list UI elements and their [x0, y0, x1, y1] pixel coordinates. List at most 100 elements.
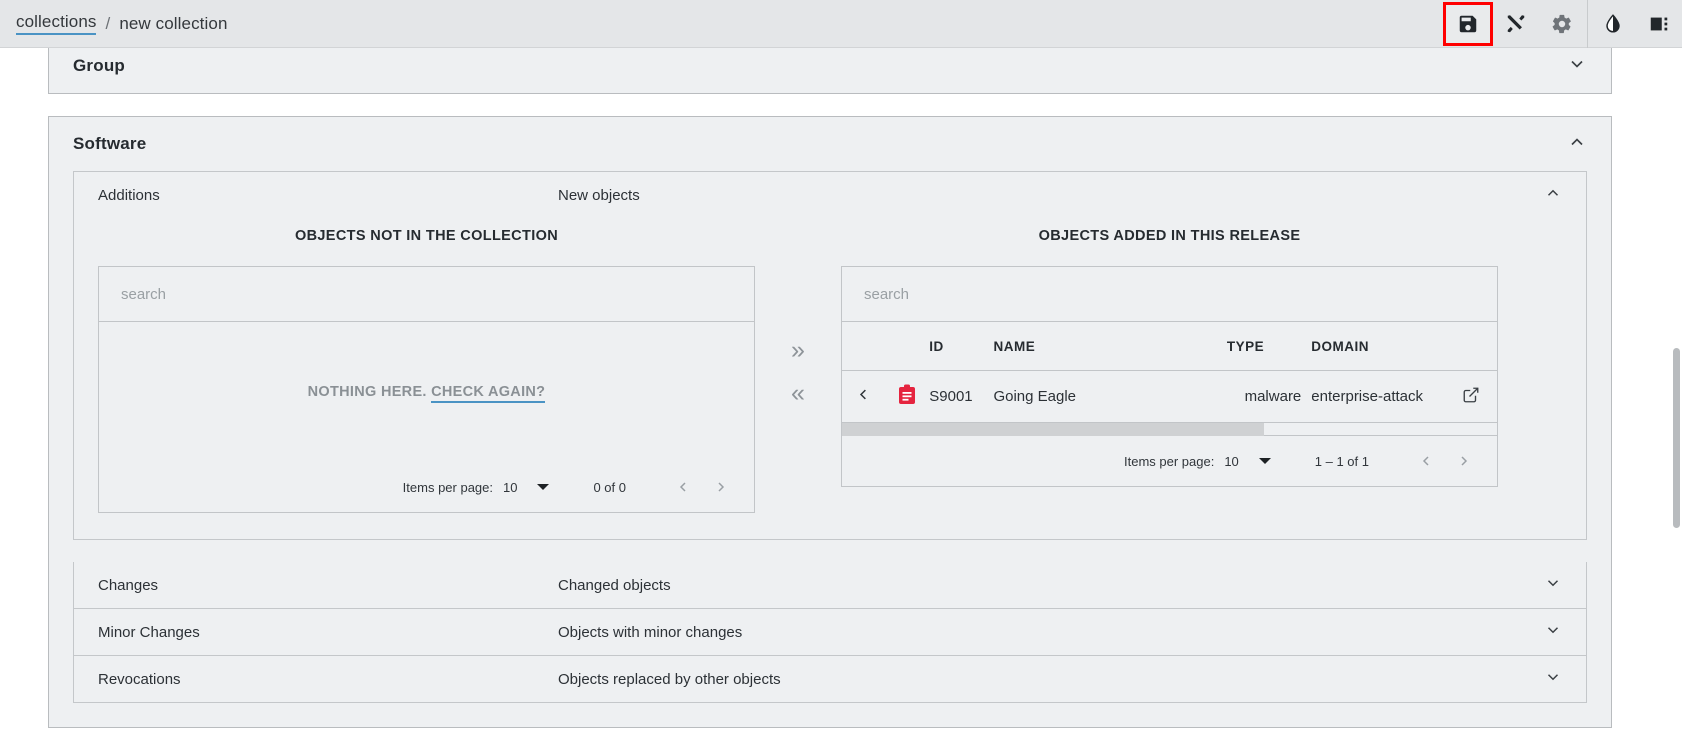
malware-clipboard-icon	[898, 384, 916, 405]
section-additions-header[interactable]: Additions New objects	[74, 172, 1586, 218]
section-changes-label: Changes	[98, 577, 558, 594]
settings-button[interactable]	[1539, 0, 1585, 48]
accordion-group: Group	[48, 48, 1612, 94]
topbar-actions	[1443, 0, 1682, 48]
table-header-row: ID NAME TYPE DOMAIN	[842, 322, 1497, 371]
content-scroll-area: Group Software	[0, 48, 1660, 748]
left-paginator: Items per page: 10 0 of 0	[99, 462, 754, 512]
section-minor-changes-header[interactable]: Minor Changes Objects with minor changes	[74, 609, 1586, 655]
chevron-down-icon	[1544, 574, 1562, 596]
section-changes: Changes Changed objects	[73, 562, 1587, 609]
check-again-link[interactable]: CHECK AGAIN?	[431, 384, 545, 403]
accordion-group-header[interactable]: Group	[49, 48, 1611, 93]
chevron-up-icon	[1567, 132, 1587, 157]
double-chevron-right-icon[interactable]: »	[791, 338, 805, 363]
transfer-controls: » «	[755, 228, 841, 406]
chevron-up-icon	[1544, 184, 1562, 206]
th-type[interactable]: TYPE	[1227, 322, 1311, 371]
row-domain: enterprise-attack	[1311, 371, 1446, 423]
chevron-down-icon	[1567, 54, 1587, 79]
objects-table-head: ID NAME TYPE DOMAIN	[842, 322, 1497, 371]
save-button[interactable]	[1443, 2, 1493, 46]
section-revocations-header[interactable]: Revocations Objects replaced by other ob…	[74, 656, 1586, 702]
topbar-divider	[1587, 0, 1588, 48]
left-range-label: 0 of 0	[593, 480, 626, 495]
right-column-title: OBJECTS ADDED IN THIS RELEASE	[841, 228, 1498, 244]
section-changes-header[interactable]: Changes Changed objects	[74, 562, 1586, 608]
right-range-label: 1 – 1 of 1	[1315, 454, 1369, 469]
accordion-software-header[interactable]: Software	[49, 117, 1611, 171]
row-type: malware	[1227, 371, 1311, 423]
left-empty-message: NOTHING HERE. CHECK AGAIN?	[308, 384, 546, 400]
section-revocations: Revocations Objects replaced by other ob…	[73, 656, 1587, 703]
section-minor-changes-description: Objects with minor changes	[558, 624, 1544, 641]
chevron-down-icon	[1544, 621, 1562, 643]
row-move-cell	[842, 371, 886, 423]
right-search-input[interactable]	[864, 286, 1475, 303]
row-id: S9001	[929, 371, 993, 423]
th-domain[interactable]: DOMAIN	[1311, 322, 1446, 371]
th-move	[842, 322, 886, 371]
section-minor-changes-label: Minor Changes	[98, 624, 558, 641]
section-additions-description: New objects	[558, 187, 1544, 204]
right-card: ID NAME TYPE DOMAIN	[841, 266, 1498, 487]
right-next-page-button[interactable]	[1445, 442, 1483, 480]
table-row: S9001 Going Eagle malware enterprise-att…	[842, 371, 1497, 423]
accordion-software-title: Software	[73, 134, 146, 154]
additions-body: OBJECTS NOT IN THE COLLECTION NOTHING HE…	[74, 218, 1586, 539]
left-column-title: OBJECTS NOT IN THE COLLECTION	[98, 228, 755, 244]
section-additions: Additions New objects OBJECTS NOT IN THE…	[73, 171, 1587, 540]
th-open	[1446, 322, 1497, 371]
left-items-per-page-dropdown[interactable]	[537, 484, 549, 490]
breadcrumb-separator: /	[105, 14, 110, 34]
layout-button[interactable]	[1636, 0, 1682, 48]
left-column: OBJECTS NOT IN THE COLLECTION NOTHING HE…	[98, 228, 755, 513]
left-search-input[interactable]	[121, 286, 732, 303]
page-body: Group Software	[0, 48, 1682, 748]
right-previous-page-button[interactable]	[1407, 442, 1445, 480]
left-items-per-page-label: Items per page:	[403, 480, 493, 495]
left-card: NOTHING HERE. CHECK AGAIN? Items per pag…	[98, 266, 755, 513]
accordion-group-title: Group	[73, 56, 125, 76]
section-revocations-description: Objects replaced by other objects	[558, 671, 1544, 688]
objects-table: ID NAME TYPE DOMAIN	[842, 322, 1497, 423]
breadcrumb-collections-link[interactable]: collections	[16, 12, 96, 35]
empty-text: NOTHING HERE.	[308, 384, 427, 400]
section-minor-changes: Minor Changes Objects with minor changes	[73, 609, 1587, 656]
gear-icon	[1551, 13, 1573, 35]
breadcrumb-current: new collection	[119, 14, 227, 34]
scrollbar-thumb[interactable]	[842, 423, 1264, 436]
save-icon	[1457, 13, 1479, 35]
section-additions-label: Additions	[98, 187, 558, 204]
left-empty-state: NOTHING HERE. CHECK AGAIN?	[99, 322, 754, 462]
left-searchbar	[99, 267, 754, 322]
left-items-per-page-value[interactable]: 10	[503, 480, 517, 495]
chevron-left-icon[interactable]	[856, 387, 871, 407]
theme-toggle-button[interactable]	[1590, 0, 1636, 48]
right-items-per-page-dropdown[interactable]	[1259, 458, 1271, 464]
page-scrollbar[interactable]	[1673, 348, 1680, 528]
row-type-icon-cell	[886, 371, 930, 423]
tools-icon	[1505, 13, 1527, 35]
right-searchbar	[842, 267, 1497, 322]
right-column: OBJECTS ADDED IN THIS RELEASE	[841, 228, 1498, 487]
right-items-per-page-value[interactable]: 10	[1224, 454, 1238, 469]
table-horizontal-scrollbar[interactable]	[842, 423, 1497, 436]
external-link-icon[interactable]	[1462, 391, 1480, 408]
left-previous-page-button[interactable]	[664, 468, 702, 506]
layout-icon	[1648, 13, 1670, 35]
contrast-icon	[1602, 12, 1624, 36]
row-name: Going Eagle	[993, 371, 1226, 423]
double-chevron-left-icon[interactable]: «	[791, 381, 805, 406]
th-name[interactable]: NAME	[993, 322, 1226, 371]
th-id[interactable]: ID	[929, 322, 993, 371]
tools-button[interactable]	[1493, 0, 1539, 48]
row-open-cell	[1446, 371, 1497, 423]
objects-table-body: S9001 Going Eagle malware enterprise-att…	[842, 371, 1497, 423]
section-revocations-label: Revocations	[98, 671, 558, 688]
th-icon	[886, 322, 930, 371]
left-next-page-button[interactable]	[702, 468, 740, 506]
right-paginator: Items per page: 10 1 – 1 of 1	[842, 436, 1497, 486]
chevron-down-icon	[1544, 668, 1562, 690]
accordion-software: Software Additions New objects	[48, 116, 1612, 728]
